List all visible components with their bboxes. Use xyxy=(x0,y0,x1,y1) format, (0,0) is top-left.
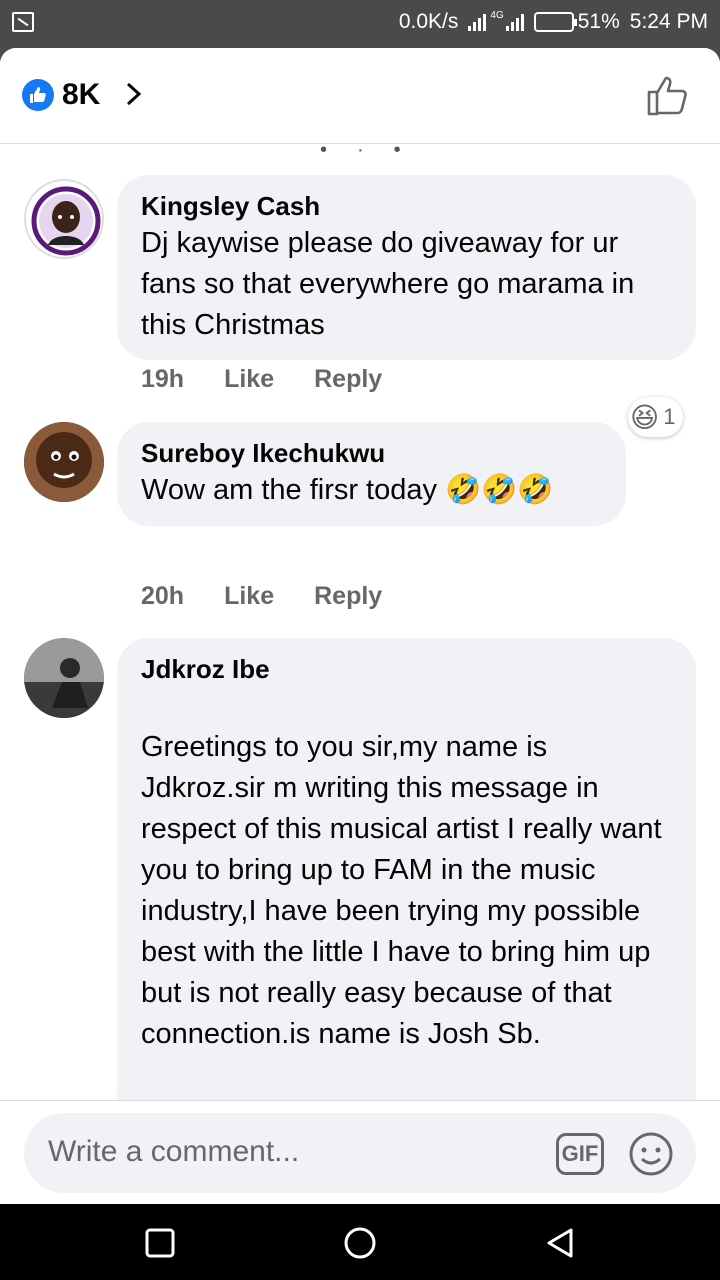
reaction-count: 1 xyxy=(663,404,676,429)
signal-icon xyxy=(468,13,487,31)
comment-text: Dj kaywise please do giveaway for ur fan… xyxy=(141,227,643,341)
clock: 5:24 PM xyxy=(629,10,708,33)
emoji-icon[interactable] xyxy=(628,1131,674,1177)
reply-link[interactable]: Reply xyxy=(314,582,382,611)
gif-button[interactable]: GIF xyxy=(556,1133,604,1175)
status-bar: 0.0K/s 4G 51% 5:24 PM xyxy=(0,0,720,48)
recents-square-icon[interactable] xyxy=(143,1226,177,1260)
signal-icon-2 xyxy=(505,13,524,31)
haha-reaction-icon: 😆 xyxy=(630,401,660,433)
comment-composer: Write a comment... GIF xyxy=(0,1100,720,1204)
reactions-header: 8K xyxy=(0,48,720,144)
avatar[interactable] xyxy=(24,422,104,502)
like-link[interactable]: Like xyxy=(224,365,274,394)
comment-text: Wow am the firsr today 🤣🤣🤣 xyxy=(141,474,554,506)
comment-list: •·• Kingsley Cash Dj kaywise please do g… xyxy=(0,145,720,1100)
comment-bubble[interactable]: Jdkroz Ibe Greetings to you sir,my name … xyxy=(117,638,696,1100)
comment-reaction-badge[interactable]: 😆 1 xyxy=(628,397,684,437)
comment-time: 20h xyxy=(141,582,185,610)
battery-percent: 51% xyxy=(577,10,620,33)
comment-placeholder: Write a comment... xyxy=(48,1135,300,1168)
comments-sheet: 8K •·• Kingsley Cash Dj kaywise please d… xyxy=(0,48,720,1204)
network-type: 4G xyxy=(490,10,504,21)
status-right: 0.0K/s 4G 51% 5:24 PM xyxy=(399,10,708,34)
comment-text: Greetings to you sir,my name is Jdkroz.s… xyxy=(141,731,662,1050)
like-link[interactable]: Like xyxy=(224,582,274,611)
reaction-count[interactable]: 8K xyxy=(62,78,100,112)
comment-time: 19h xyxy=(141,365,185,393)
cut-off-text: •·• xyxy=(320,145,431,161)
comment-actions: 19h Like Reply xyxy=(141,365,382,394)
like-button-icon[interactable] xyxy=(646,75,690,117)
screen-cast-icon xyxy=(12,12,34,32)
battery-icon xyxy=(533,12,577,32)
chevron-right-icon[interactable] xyxy=(120,81,146,107)
like-reaction-icon[interactable] xyxy=(22,79,54,111)
net-speed: 0.0K/s xyxy=(398,10,459,33)
comment-author[interactable]: Jdkroz Ibe xyxy=(141,652,672,686)
avatar[interactable] xyxy=(24,638,104,718)
reply-link[interactable]: Reply xyxy=(314,365,382,394)
system-nav-bar xyxy=(0,1204,720,1280)
back-triangle-icon[interactable] xyxy=(543,1226,577,1260)
comment-input[interactable]: Write a comment... GIF xyxy=(24,1113,696,1193)
avatar[interactable] xyxy=(24,179,104,259)
home-circle-icon[interactable] xyxy=(343,1226,377,1260)
comment-author[interactable]: Kingsley Cash xyxy=(141,189,672,223)
comment-bubble[interactable]: Kingsley Cash Dj kaywise please do givea… xyxy=(117,175,696,360)
comment-author[interactable]: Sureboy Ikechukwu xyxy=(141,436,602,470)
comment-actions: 20h Like Reply xyxy=(141,582,382,611)
comment-bubble[interactable]: Sureboy Ikechukwu Wow am the firsr today… xyxy=(117,422,626,526)
